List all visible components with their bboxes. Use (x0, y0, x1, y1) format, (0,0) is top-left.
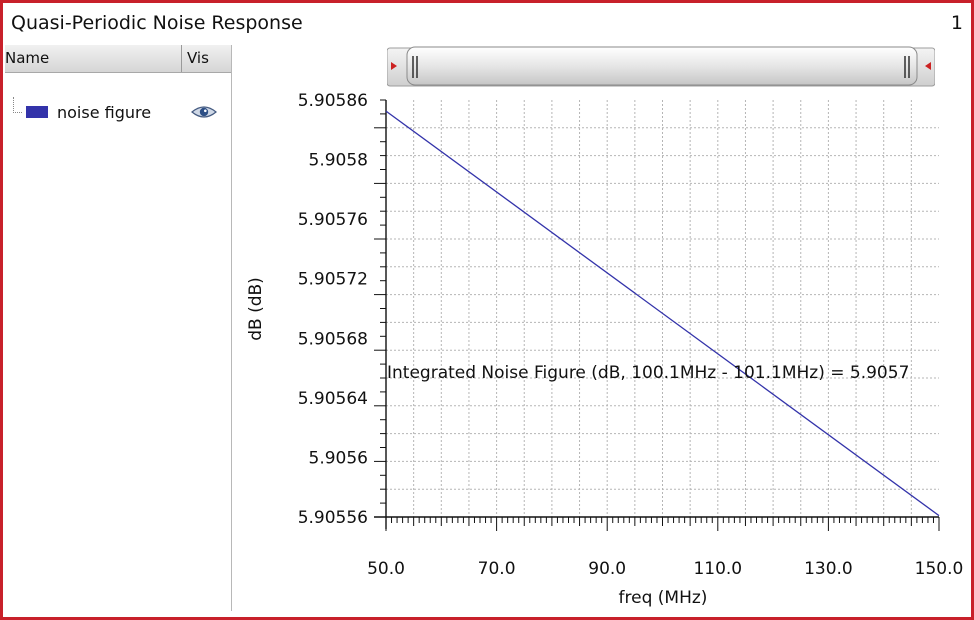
column-separator[interactable] (181, 45, 182, 72)
trace-color-swatch[interactable] (26, 106, 48, 118)
y-tick-label: 5.90572 (298, 270, 368, 290)
legend-panel: Name Vis noise figure (5, 45, 232, 611)
y-tick-label: 5.9058 (309, 151, 368, 171)
legend-item-noise-figure[interactable]: noise figure (57, 103, 151, 122)
tree-connector-vertical (13, 97, 14, 113)
window-title: Quasi-Periodic Noise Response (11, 12, 303, 34)
y-tick-label: 5.90564 (298, 389, 368, 409)
y-tick-label: 5.9056 (309, 448, 368, 468)
y-tick-label: 5.90586 (298, 91, 368, 111)
x-axis-title: freq (MHz) (619, 588, 708, 608)
y-tick-label: 5.90576 (298, 210, 368, 230)
legend-header: Name Vis (5, 45, 231, 73)
x-tick-label: 150.0 (915, 559, 964, 579)
y-tick-label: 5.90568 (298, 329, 368, 349)
x-tick-label: 90.0 (588, 559, 626, 579)
line-chart[interactable]: 50.0 70.0 90.0 110.0 130.0 150.0 5.905865.905… (234, 90, 964, 610)
eye-icon[interactable] (191, 104, 217, 120)
subwindow-number: 1 (950, 12, 963, 34)
tree-connector-horizontal (13, 112, 22, 113)
x-zoom-scrollbar[interactable] (387, 44, 935, 88)
x-tick-label: 70.0 (478, 559, 516, 579)
x-tick-label: 130.0 (804, 559, 853, 579)
x-tick-label: 50.0 (367, 559, 405, 579)
scroll-thumb[interactable] (406, 46, 918, 86)
y-axis-title: dB (dB) (246, 277, 266, 341)
y-tick-label: 5.90556 (298, 508, 368, 528)
x-tick-labels: 50.0 70.0 90.0 110.0 130.0 150.0 (367, 559, 963, 579)
legend-column-name[interactable]: Name (5, 49, 49, 67)
legend-column-vis[interactable]: Vis (187, 49, 209, 67)
integrated-noise-annotation: Integrated Noise Figure (dB, 100.1MHz - … (387, 363, 910, 383)
y-tick-labels: 5.90586 5.9058 5.90576 5.90572 5.90568 5.9056… (298, 91, 368, 528)
x-tick-label: 110.0 (693, 559, 742, 579)
